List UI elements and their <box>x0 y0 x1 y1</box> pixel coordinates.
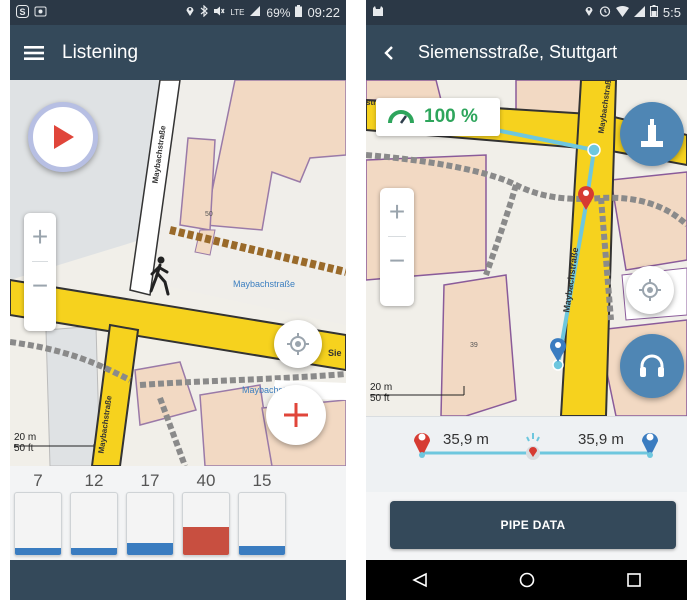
level-bar-2[interactable]: 12 <box>70 466 118 556</box>
leak-marker-icon <box>520 431 546 461</box>
location-icon <box>584 5 594 20</box>
distance-panel: 35,9 m 35,9 m <box>366 416 687 493</box>
locate-button[interactable] <box>626 266 674 314</box>
bar-box <box>238 492 286 556</box>
hydrant-icon <box>640 119 664 149</box>
signal-quality-percent: 100 % <box>424 106 478 127</box>
blue-pin-icon <box>640 427 660 459</box>
pedestrian-icon <box>148 256 172 301</box>
app-bar: Listening <box>10 25 346 80</box>
bottom-bar <box>10 560 346 600</box>
level-bar-4[interactable]: 40 <box>182 466 230 556</box>
hamburger-menu-icon[interactable] <box>24 45 44 61</box>
zoom-controls: + − <box>380 188 414 306</box>
clock: 5:5 <box>662 5 681 20</box>
red-pin-icon <box>412 427 432 459</box>
zoom-out-button[interactable]: − <box>380 237 414 285</box>
level-bar-5[interactable]: 15 <box>238 466 286 556</box>
battery-icon <box>649 5 658 20</box>
page-title: Listening <box>62 41 139 63</box>
image-icon <box>34 5 47 21</box>
location-icon <box>185 5 195 20</box>
bar-fill <box>183 527 229 555</box>
building-number: 50 <box>205 211 213 218</box>
level-bar-3[interactable]: 17 <box>126 466 174 556</box>
pipe-data-area: PIPE DATA <box>366 492 687 560</box>
bar-box <box>70 492 118 556</box>
bluetooth-icon <box>200 4 209 20</box>
bar-box <box>182 492 230 556</box>
left-phone-screen: S LTE 69% 09:22 Listening Maybachstraße … <box>10 0 346 600</box>
alarm-icon <box>599 5 611 20</box>
crosshair-icon <box>286 332 310 356</box>
map-scale: 20 m 50 ft <box>370 382 465 404</box>
street-label-horizontal: Maybachstraße <box>233 279 296 289</box>
crosshair-icon <box>638 278 662 302</box>
cat-icon <box>372 5 384 20</box>
level-bar-1[interactable]: 7 <box>14 466 62 556</box>
scale-meters: 20 m <box>14 432 37 443</box>
bar-fill <box>127 542 173 555</box>
network-type: LTE <box>230 8 245 17</box>
bar-label: 40 <box>196 471 216 490</box>
status-bar: S LTE 69% 09:22 <box>10 0 346 25</box>
page-title: Siemensstraße, Stuttgart <box>418 42 618 62</box>
android-nav-bar <box>366 560 687 600</box>
recents-nav-icon[interactable] <box>627 573 641 587</box>
zoom-out-button[interactable]: − <box>24 262 56 310</box>
locate-button[interactable] <box>274 320 322 368</box>
signal-icon <box>633 5 645 20</box>
bar-label: 7 <box>33 471 43 490</box>
add-button[interactable] <box>266 385 326 445</box>
bar-label: 17 <box>140 471 160 490</box>
bar-box <box>126 492 174 556</box>
home-nav-icon[interactable] <box>519 572 535 588</box>
mute-icon <box>213 5 225 20</box>
bar-box <box>14 492 62 556</box>
headphones-icon <box>639 354 665 378</box>
battery-percent: 69% <box>266 5 291 20</box>
bar-label: 12 <box>84 471 104 490</box>
signal-quality-box: 100 % <box>376 98 500 136</box>
app-bar: Siemensstraße, Stuttgart <box>366 25 687 80</box>
hydrant-button[interactable] <box>620 102 684 166</box>
map-scale: 20 m 50 ft <box>14 432 94 454</box>
status-bar: 5:5 <box>366 0 687 25</box>
battery-icon <box>295 5 303 20</box>
distance-left: 35,9 m <box>443 431 489 448</box>
zoom-in-button[interactable]: + <box>24 213 56 261</box>
distance-right: 35,9 m <box>578 431 624 448</box>
bar-label: 15 <box>252 471 272 490</box>
play-button[interactable] <box>28 102 98 172</box>
map-view[interactable]: Maybachstraße Maybachstraße Maybachstraß… <box>10 80 346 466</box>
bar-fill <box>239 545 285 555</box>
building-number: 39 <box>470 342 478 349</box>
level-bars-panel: 7 12 17 40 15 <box>10 466 346 560</box>
plus-icon <box>282 401 310 429</box>
bar-fill <box>71 547 117 555</box>
zoom-controls: + − <box>24 213 56 331</box>
skype-icon: S <box>16 4 29 21</box>
gauge-icon <box>388 110 414 124</box>
map-view[interactable]: Maybachstraße Maybachstraße stra 39 100 … <box>366 80 687 416</box>
zoom-in-button[interactable]: + <box>380 188 414 236</box>
back-arrow-icon[interactable] <box>384 45 394 61</box>
wifi-icon <box>615 5 629 20</box>
bar-fill <box>15 547 61 555</box>
clock: 09:22 <box>307 5 340 20</box>
pipe-data-button[interactable]: PIPE DATA <box>390 501 676 549</box>
right-phone-screen: 5:5 Siemensstraße, Stuttgart Maybachstra… <box>366 0 687 600</box>
svg-text:S: S <box>20 7 26 17</box>
back-nav-icon[interactable] <box>412 572 428 588</box>
street-label-right: Sie <box>328 348 342 358</box>
signal-icon <box>249 5 261 20</box>
headphones-button[interactable] <box>620 334 684 398</box>
play-icon <box>51 124 75 150</box>
